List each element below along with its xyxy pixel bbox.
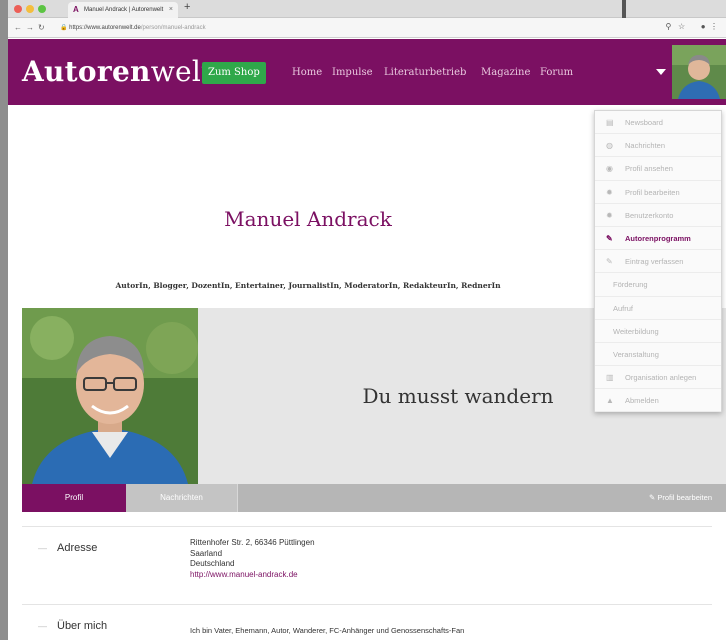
more-menu-icon[interactable]: ⋮ [710, 22, 718, 31]
dropdown-item-label: Profil ansehen [625, 164, 673, 174]
dropdown-item-label: Newsboard [625, 118, 663, 127]
url-host: https://www.autorenwelt.de [69, 25, 141, 31]
divider [22, 526, 712, 527]
user-menu-caret-icon[interactable] [656, 69, 666, 75]
website-link[interactable]: http://www.manuel-andrack.de [190, 570, 315, 581]
maximize-window-button[interactable] [38, 5, 46, 13]
window-edge [622, 0, 626, 18]
user-dropdown-menu: ▤ Newsboard ◍ Nachrichten ◉ Profil ansehen ✹ Pr… [594, 110, 722, 413]
collapse-dash-icon: — [38, 543, 47, 553]
lock-icon: 🔒 [60, 25, 68, 31]
gear-icon: ✹ [606, 187, 613, 197]
browser-tab-bar: A Manuel Andrack | Autorenwelt × + [8, 0, 726, 18]
chat-icon: ◍ [606, 141, 613, 151]
dropdown-item-autorenprogramm[interactable]: ✎ Autorenprogramm [595, 227, 721, 251]
reload-icon[interactable]: ↻ [38, 23, 45, 32]
building-icon: ▥ [606, 373, 614, 383]
new-tab-button[interactable]: + [184, 1, 190, 13]
about-text: Ich bin Vater, Ehemann, Autor, Wanderer,… [190, 626, 465, 635]
nav-impulse[interactable]: Impulse [332, 67, 373, 78]
edit-profile-link[interactable]: ✎ Profil bearbeiten [649, 484, 712, 512]
url-field[interactable]: 🔒 https://www.autorenwelt.de/person/manu… [52, 22, 206, 34]
profile-name: Manuel Andrack [224, 207, 392, 231]
dropdown-item-profil-bearbeiten[interactable]: ✹ Profil bearbeiten [595, 181, 721, 204]
address-block: Rittenhofer Str. 2, 66346 Püttlingen Saa… [190, 538, 315, 580]
forward-arrow-icon[interactable]: → [26, 23, 34, 32]
eye-icon: ◉ [606, 164, 613, 174]
star-icon[interactable]: ☆ [678, 22, 685, 31]
pencil-icon: ✎ [606, 257, 613, 267]
dropdown-item-profil-ansehen[interactable]: ◉ Profil ansehen [595, 157, 721, 181]
close-tab-icon[interactable]: × [169, 2, 173, 18]
divider [22, 604, 712, 605]
pencil-icon: ✎ [606, 233, 613, 243]
section-address-label[interactable]: — Adresse [38, 542, 97, 554]
zoom-icon[interactable]: ⚲ [665, 22, 671, 31]
dropdown-item-aufruf[interactable]: Aufruf [595, 297, 721, 320]
site-logo[interactable]: Autorenwelt [22, 55, 213, 88]
nav-literaturbetrieb[interactable]: Literaturbetrieb [384, 67, 466, 78]
dropdown-item-label: Profil bearbeiten [625, 187, 680, 197]
dropdown-item-label: Förderung [613, 280, 648, 290]
dropdown-item-f-rderung[interactable]: Förderung [595, 273, 721, 297]
dropdown-item-label: Nachrichten [625, 141, 666, 151]
profile-icon[interactable]: ● [701, 22, 706, 31]
dropdown-item-abmelden[interactable]: ▲ Abmelden [595, 389, 721, 413]
site-header: Autorenwelt Zum Shop Home Impulse Litera… [8, 39, 726, 105]
address-line: Deutschland [190, 559, 235, 568]
dropdown-item-label: Organisation anlegen [625, 373, 697, 383]
site-favicon-icon: A [73, 5, 79, 14]
profile-roles: AutorIn, Blogger, DozentIn, Entertainer,… [115, 281, 501, 290]
url-path: /person/manuel-andrack [140, 25, 206, 31]
close-window-button[interactable] [14, 5, 22, 13]
dropdown-item-label: Weiterbildung [613, 326, 659, 336]
newsboard-icon: ▤ [606, 118, 614, 127]
section-about-label[interactable]: — Über mich [38, 620, 107, 632]
tab-profil[interactable]: Profil [22, 484, 126, 512]
dropdown-item-newsboard[interactable]: ▤ Newsboard [595, 111, 721, 135]
profile-photo [22, 308, 198, 484]
dropdown-item-label: Eintrag verfassen [625, 257, 684, 267]
gear-icon: ✹ [606, 210, 613, 220]
dropdown-item-label: Aufruf [613, 303, 634, 313]
lock-icon: ▲ [606, 396, 614, 406]
nav-magazine[interactable]: Magazine [481, 67, 530, 78]
address-line: Saarland [190, 548, 223, 558]
minimize-window-button[interactable] [26, 5, 34, 13]
browser-tab-title: Manuel Andrack | Autorenwelt [84, 7, 164, 13]
user-avatar[interactable] [672, 45, 726, 99]
browser-window: A Manuel Andrack | Autorenwelt × + ← → ↻… [8, 0, 726, 640]
dropdown-item-label: Abmelden [625, 396, 659, 406]
dropdown-item-label: Autorenprogramm [625, 233, 691, 243]
shop-button[interactable]: Zum Shop [202, 62, 266, 84]
address-bar: ← → ↻ 🔒 https://www.autorenwelt.de/perso… [8, 18, 726, 38]
dropdown-item-weiterbildung[interactable]: Weiterbildung [595, 320, 721, 343]
dropdown-item-veranstaltung[interactable]: Veranstaltung [595, 343, 721, 367]
toolbar-icons[interactable]: ⚲ ☆ ● ⋮ [665, 22, 718, 31]
dropdown-item-label: Veranstaltung [613, 349, 659, 359]
dropdown-item-label: Benutzerkonto [625, 210, 674, 220]
address-line: Rittenhofer Str. 2, 66346 Püttlingen [190, 538, 315, 547]
nav-home[interactable]: Home [292, 67, 322, 78]
dropdown-item-benutzerkonto[interactable]: ✹ Benutzerkonto [595, 204, 721, 227]
dropdown-item-eintrag-verfassen[interactable]: ✎ Eintrag verfassen [595, 250, 721, 274]
nav-forum[interactable]: Forum [540, 67, 573, 78]
browser-tab[interactable]: A Manuel Andrack | Autorenwelt × [68, 2, 178, 18]
profile-tab-bar: Profil Nachrichten ✎ Profil bearbeiten [22, 484, 726, 512]
collapse-dash-icon: — [38, 621, 47, 631]
back-arrow-icon[interactable]: ← [14, 23, 22, 32]
dropdown-item-organisation-anlegen[interactable]: ▥ Organisation anlegen [595, 366, 721, 390]
tab-nachrichten[interactable]: Nachrichten [126, 484, 238, 512]
dropdown-item-nachrichten[interactable]: ◍ Nachrichten [595, 134, 721, 158]
